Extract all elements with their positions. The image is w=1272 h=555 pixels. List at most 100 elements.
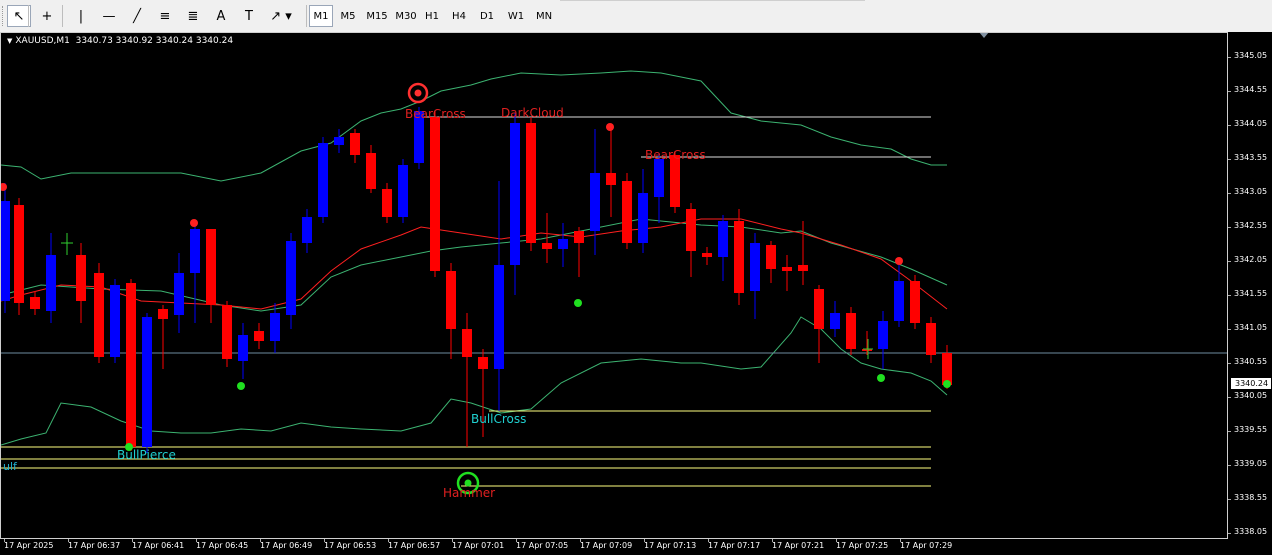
price-tick [1228, 91, 1231, 92]
fibonacci-icon[interactable]: ≣ [181, 5, 205, 27]
time-tick [388, 539, 389, 542]
candle-body [606, 173, 616, 185]
candle-body [238, 335, 248, 361]
candle-body [270, 313, 280, 341]
candle-body [926, 323, 936, 355]
timeframe-m5-button[interactable]: M5 [336, 5, 360, 27]
header-dropdown-icon[interactable]: ▼ [7, 37, 12, 45]
timeframe-h1-button[interactable]: H1 [420, 5, 444, 27]
candle-body [542, 243, 552, 249]
timeframe-d1-button[interactable]: D1 [475, 5, 499, 27]
candle-body [190, 229, 200, 273]
price-tick [1228, 261, 1231, 262]
vertical-line-icon[interactable]: | [69, 5, 93, 27]
candle-body [174, 273, 184, 315]
bull-signal-dot [574, 299, 582, 307]
candle-body [734, 221, 744, 293]
timeframe-w1-button[interactable]: W1 [504, 5, 528, 27]
candle-body [142, 317, 152, 447]
price-label: 3340.55 [1234, 357, 1268, 366]
time-tick [324, 539, 325, 542]
price-axis: 3345.05 3344.55 3344.05 3343.55 3343.05 3342.… [1228, 32, 1272, 539]
candle-body [638, 193, 648, 243]
candle-body [76, 255, 86, 301]
candle-body [14, 205, 24, 303]
candle-body [398, 165, 408, 217]
candle-body [782, 267, 792, 271]
candle-body [254, 331, 264, 341]
chart-shift-marker-icon[interactable] [979, 33, 989, 38]
price-tick [1228, 363, 1231, 364]
candle-body [894, 281, 904, 321]
time-label: 17 Apr 07:01 [452, 541, 505, 550]
annotation-label: Hammer [443, 486, 495, 500]
candle-body [1, 201, 10, 301]
price-label: 3341.55 [1234, 289, 1268, 298]
annotation-label: DarkCloud [501, 106, 564, 120]
bear-signal-dot [1, 183, 7, 191]
candle-body [798, 265, 808, 271]
time-tick [4, 539, 5, 542]
candle-body [46, 255, 56, 311]
side-label: ulf [3, 460, 17, 473]
candle-body [766, 245, 776, 269]
toolbar-grip[interactable] [2, 6, 5, 26]
candle-body [382, 189, 392, 217]
candle-body [622, 181, 632, 243]
price-label: 3341.05 [1234, 323, 1268, 332]
equidistant-channel-icon[interactable]: ≡ [153, 5, 177, 27]
candle-body [446, 271, 456, 329]
timeframe-m1-button[interactable]: M1 [309, 5, 333, 27]
candle-body [302, 217, 312, 243]
chart-area[interactable]: BearCross DarkCloud BearCross BullCross Bull… [0, 32, 1228, 539]
time-label: 17 Apr 06:45 [196, 541, 249, 550]
price-label: 3340.05 [1234, 391, 1268, 400]
arrows-dropdown-icon[interactable]: ↗ ▾ [265, 5, 297, 27]
time-label: 17 Apr 06:53 [324, 541, 377, 550]
annotation-label: BullCross [471, 412, 526, 426]
candle-body [510, 123, 520, 265]
bear-signal-dot [606, 123, 614, 131]
time-tick [708, 539, 709, 542]
bear-signal-dot [895, 257, 903, 265]
time-tick [260, 539, 261, 542]
toolbar-separator [28, 5, 29, 27]
time-tick [580, 539, 581, 542]
upper-band-line [1, 70, 947, 182]
trendline-icon[interactable]: ╱ [125, 5, 149, 27]
timeframe-m15-button[interactable]: M15 [363, 5, 391, 27]
candle-body [126, 283, 136, 447]
price-label: 3343.05 [1234, 187, 1268, 196]
candle-body [878, 321, 888, 349]
time-label: 17 Apr 06:49 [260, 541, 313, 550]
text-icon[interactable]: A [209, 5, 233, 27]
candle-body [478, 357, 488, 369]
candle-body [318, 143, 328, 217]
candle-body [590, 173, 600, 231]
candle-body [750, 243, 760, 291]
time-tick [68, 539, 69, 542]
time-tick [132, 539, 133, 542]
candle-body [462, 329, 472, 357]
timeframe-m30-button[interactable]: M30 [392, 5, 420, 27]
candle-body [830, 313, 840, 329]
annotation-label: BearCross [405, 107, 466, 121]
price-tick [1228, 533, 1231, 534]
candle-body [350, 133, 360, 155]
price-tick [1228, 193, 1231, 194]
chart-canvas[interactable]: BearCross DarkCloud BearCross BullCross Bull… [1, 33, 1228, 539]
time-tick [836, 539, 837, 542]
timeframe-h4-button[interactable]: H4 [447, 5, 471, 27]
crosshair-icon[interactable]: + [35, 5, 59, 27]
price-label: 3345.05 [1234, 51, 1268, 60]
time-label: 17 Apr 07:21 [772, 541, 825, 550]
price-tick [1228, 329, 1231, 330]
candle-body [558, 239, 568, 249]
text-label-icon[interactable]: T [237, 5, 261, 27]
horizontal-line-icon[interactable]: — [97, 5, 121, 27]
price-label: 3338.55 [1234, 493, 1268, 502]
timeframe-mn-button[interactable]: MN [532, 5, 556, 27]
candle-body [846, 313, 856, 349]
candle-body [30, 297, 40, 309]
symbol-header: ▼ XAUUSD,M1 3340.73 3340.92 3340.24 3340… [7, 36, 233, 46]
